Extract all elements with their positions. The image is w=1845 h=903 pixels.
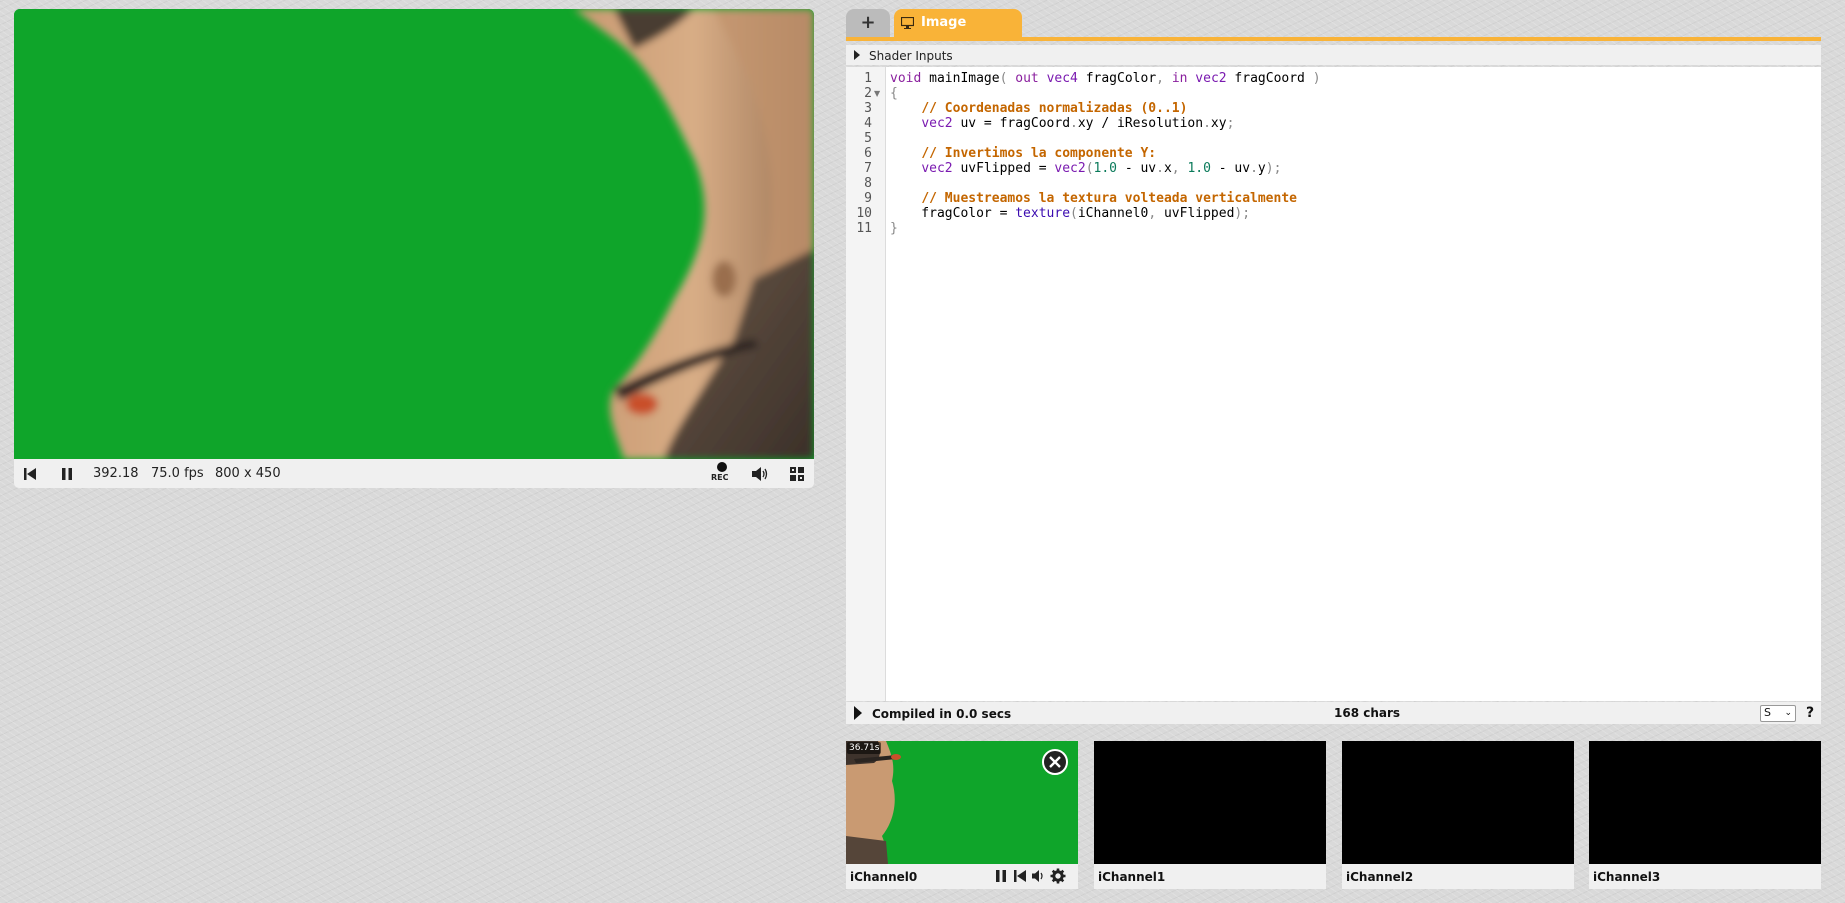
line-number: 3 [864,101,872,116]
monitor-icon [901,17,914,29]
code-line[interactable]: fragColor = texture(iChannel0, uvFlipped… [890,206,1321,221]
channel-slot-3[interactable]: iChannel3 [1589,741,1821,889]
close-icon[interactable] [1042,749,1068,775]
compile-status: Compiled in 0.0 secs [872,707,1012,721]
channel-thumbnail[interactable] [1589,741,1821,864]
code-editor[interactable]: 1 2 ▼ 3 4 5 6 7 8 9 10 11 void mainImage… [846,67,1821,701]
code-line[interactable]: vec2 uv = fragCoord.xy / iResolution.xy; [890,116,1321,131]
rec-label: REC [711,473,729,482]
line-number: 10 [856,206,872,221]
gear-icon[interactable] [1050,868,1066,884]
code-line[interactable]: // Coordenadas normalizadas (0..1) [890,101,1321,116]
code-text[interactable]: void mainImage( out vec4 fragColor, in v… [890,71,1321,236]
compile-play-icon[interactable] [854,706,862,720]
channel-thumbnail[interactable] [1342,741,1574,864]
rendered-frame [14,9,814,459]
channel-label[interactable]: iChannel3 [1593,865,1660,890]
pause-icon[interactable] [59,466,75,482]
font-size-value: S [1764,706,1771,719]
line-number: 4 [864,116,872,131]
line-number: 8 [864,176,872,191]
line-number: 7 [864,161,872,176]
code-line[interactable]: { [890,86,1321,101]
volume-icon[interactable] [751,466,769,482]
record-icon [717,462,727,472]
skip-back-icon[interactable] [1013,869,1027,883]
channel-label[interactable]: iChannel2 [1346,865,1413,890]
add-tab-button[interactable]: + [846,9,890,37]
pause-icon[interactable] [994,869,1008,883]
line-number: 6 [864,146,872,161]
volume-icon[interactable] [1031,869,1045,883]
channel-bar: iChannel3 [1589,864,1821,889]
record-button[interactable]: REC [711,462,733,486]
code-line[interactable]: // Invertimos la componente Y: [890,146,1321,161]
fullscreen-icon[interactable] [789,466,805,482]
code-line[interactable]: vec2 uvFlipped = vec2(1.0 - uv.x, 1.0 - … [890,161,1321,176]
code-line[interactable]: void mainImage( out vec4 fragColor, in v… [890,71,1321,86]
channel-slot-1[interactable]: iChannel1 [1094,741,1326,889]
code-line[interactable] [890,131,1321,146]
channel-label[interactable]: iChannel0 [850,865,917,890]
expand-arrow-icon [854,50,860,60]
render-canvas[interactable] [14,9,814,459]
code-line[interactable]: } [890,221,1321,236]
channel-slot-2[interactable]: iChannel2 [1342,741,1574,889]
font-size-select[interactable]: S ⌄ [1760,705,1796,722]
channel-thumbnail[interactable]: 36.71s [846,741,1078,864]
line-number: 9 [864,191,872,206]
line-number: 11 [856,221,872,236]
channel-time: 36.71s [847,742,882,754]
channel-thumbnail[interactable] [1094,741,1326,864]
chevron-down-icon: ⌄ [1784,708,1792,718]
time-readout: 392.18 [93,466,139,481]
tab-underline [846,37,1821,41]
fps-readout: 75.0 fps [151,466,204,481]
shader-inputs-label: Shader Inputs [869,49,953,63]
channel-bar: iChannel1 [1094,864,1326,889]
shader-player: 392.18 75.0 fps 800 x 450 REC [14,9,814,488]
code-line[interactable] [890,176,1321,191]
channel-bar: iChannel0 [846,864,1078,889]
line-number: 1 [864,71,872,86]
player-toolbar: 392.18 75.0 fps 800 x 450 REC [14,459,814,488]
help-button[interactable]: ? [1806,702,1814,724]
resolution-readout: 800 x 450 [215,466,281,481]
fold-arrow-icon[interactable]: ▼ [874,86,880,101]
line-number: 5 [864,131,872,146]
code-line[interactable]: // Muestreamos la textura volteada verti… [890,191,1321,206]
compile-status-bar: Compiled in 0.0 secs 168 chars S ⌄ ? [846,702,1821,724]
channel-slot-0[interactable]: 36.71s iChannel0 [846,741,1078,889]
tab-image-label: Image [921,15,967,30]
skip-back-icon[interactable] [22,466,38,482]
shader-inputs-toggle[interactable]: Shader Inputs [846,45,1821,65]
tab-image[interactable]: Image [894,9,1022,37]
line-number: 2 [864,86,872,101]
channel-label[interactable]: iChannel1 [1098,865,1165,890]
line-gutter: 1 2 ▼ 3 4 5 6 7 8 9 10 11 [846,67,886,701]
channel-bar: iChannel2 [1342,864,1574,889]
char-count: 168 chars [1334,706,1401,720]
